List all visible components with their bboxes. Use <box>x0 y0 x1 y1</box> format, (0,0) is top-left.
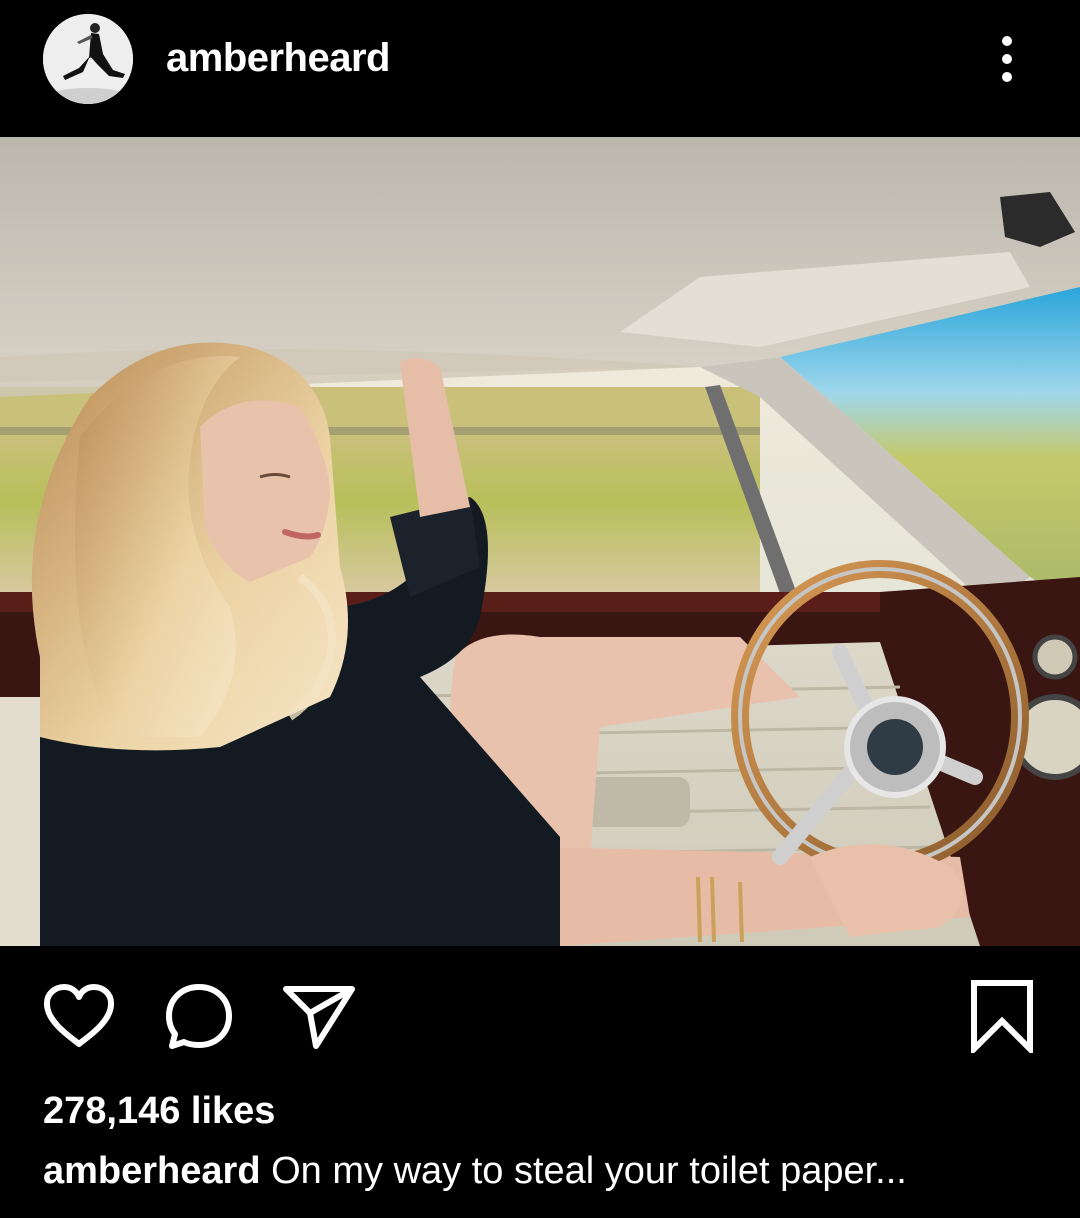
vertical-ellipsis-icon[interactable] <box>990 34 1024 86</box>
caption-text: On my way to steal your toilet paper... <box>271 1150 907 1192</box>
post-caption: amberheard On my way to steal your toile… <box>43 1150 907 1193</box>
heart-icon[interactable] <box>42 983 116 1054</box>
post-actions-bar <box>0 946 1080 1086</box>
bookmark-icon[interactable] <box>968 979 1036 1058</box>
caption-username[interactable]: amberheard <box>43 1150 261 1192</box>
avatar[interactable] <box>43 14 133 104</box>
post-photo[interactable] <box>0 137 1080 946</box>
post-header: amberheard <box>0 0 1080 137</box>
post-username[interactable]: amberheard <box>166 36 390 81</box>
paper-plane-icon[interactable] <box>282 983 356 1056</box>
comment-bubble-icon[interactable] <box>162 981 236 1058</box>
likes-count[interactable]: 278,146 likes <box>43 1090 275 1133</box>
